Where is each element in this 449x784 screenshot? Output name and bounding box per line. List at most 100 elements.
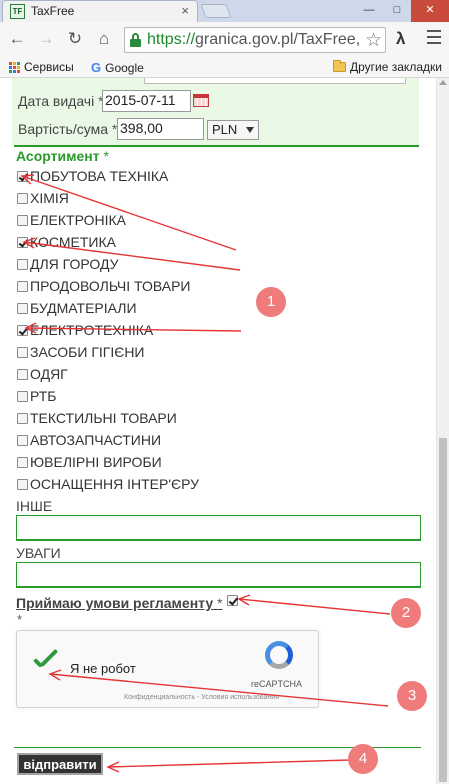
assortment-checkbox-label: ОДЯГ xyxy=(30,366,68,382)
home-icon[interactable]: ⌂ xyxy=(94,29,114,49)
assortment-checkbox-item[interactable]: ЮВЕЛІРНІ ВИРОБИ xyxy=(17,454,257,476)
forward-arrow-icon[interactable]: → xyxy=(36,29,56,49)
recaptcha-checkmark-icon[interactable] xyxy=(31,648,59,674)
terms-checkbox[interactable] xyxy=(227,595,238,606)
assortment-checkbox[interactable] xyxy=(17,215,28,226)
terms-label: Приймаю умови регламенту * xyxy=(16,595,223,611)
assortment-checkbox[interactable] xyxy=(17,369,28,380)
assortment-checkbox-label: ЕЛЕКТРОТЕХНІКА xyxy=(30,322,154,338)
recaptcha-links[interactable]: Конфиденциальность - Условия использован… xyxy=(124,694,279,701)
currency-value: PLN xyxy=(212,122,238,137)
notes-input[interactable] xyxy=(16,562,421,588)
assortment-checkbox[interactable] xyxy=(17,303,28,314)
bookmark-apps[interactable]: Сервисы xyxy=(9,60,74,74)
assortment-checkbox-item[interactable]: ОСНАЩЕННЯ ІНТЕР'ЄРУ xyxy=(17,476,257,498)
assortment-checkbox-item[interactable]: ХІМІЯ xyxy=(17,190,257,212)
google-icon: G xyxy=(91,60,102,75)
assortment-checkbox[interactable] xyxy=(17,281,28,292)
assortment-checkbox-item[interactable]: ЗАСОБИ ГІГІЄНИ xyxy=(17,344,257,366)
other-input[interactable] xyxy=(16,515,421,541)
assortment-checkbox-item[interactable]: ПОБУТОВА ТЕХНІКА xyxy=(17,168,257,190)
recaptcha-label: Я не робот xyxy=(70,661,136,676)
chrome-menu-icon[interactable] xyxy=(427,30,441,48)
assortment-checkbox[interactable] xyxy=(17,237,28,248)
cut-off-field xyxy=(144,78,406,84)
assortment-checkbox-label: ЕЛЕКТРОНІКА xyxy=(30,212,126,228)
recaptcha-widget: Я не робот reCAPTCHA Конфиденциальность … xyxy=(16,630,319,708)
assortment-checkbox[interactable] xyxy=(17,347,28,358)
assortment-checkbox-item[interactable]: ПРОДОВОЛЬЧІ ТОВАРИ xyxy=(17,278,257,300)
tab-close-icon[interactable]: × xyxy=(181,3,189,18)
callout-4: 4 xyxy=(348,744,378,774)
arrowhead-4 xyxy=(106,761,120,773)
section-divider xyxy=(14,145,419,147)
assortment-checkbox[interactable] xyxy=(17,325,28,336)
assortment-checkbox[interactable] xyxy=(17,457,28,468)
assortment-checkbox-item[interactable]: ТЕКСТИЛЬНІ ТОВАРИ xyxy=(17,410,257,432)
bookmark-apps-label: Сервисы xyxy=(24,60,74,74)
bookmark-google[interactable]: G Google xyxy=(91,60,144,75)
assortment-checkbox[interactable] xyxy=(17,193,28,204)
page-content: Дата видачі * 2015-07-11 Вартість/сума *… xyxy=(0,78,449,784)
assortment-checkbox-label: ХІМІЯ xyxy=(30,190,69,206)
assortment-checkbox-label: ТЕКСТИЛЬНІ ТОВАРИ xyxy=(30,410,177,426)
captcha-required-mark: * xyxy=(17,612,23,627)
back-arrow-icon[interactable]: ← xyxy=(7,29,27,49)
assortment-checkbox-item[interactable]: ОДЯГ xyxy=(17,366,257,388)
browser-tab[interactable]: TF TaxFree × xyxy=(2,0,198,22)
issue-date-input[interactable]: 2015-07-11 xyxy=(102,90,191,112)
assortment-checkbox-item[interactable]: ЕЛЕКТРОНІКА xyxy=(17,212,257,234)
assortment-checkbox[interactable] xyxy=(17,479,28,490)
assortment-checkbox-item[interactable]: РТБ xyxy=(17,388,257,410)
extension-lambda-icon[interactable]: λ xyxy=(396,29,405,49)
currency-select[interactable]: PLN xyxy=(207,120,259,140)
reload-icon[interactable]: ↻ xyxy=(65,29,85,49)
assortment-checkbox-item[interactable]: БУДМАТЕРІАЛИ xyxy=(17,300,257,322)
new-tab-button[interactable] xyxy=(200,4,232,18)
assortment-checkbox-label: ПРОДОВОЛЬЧІ ТОВАРИ xyxy=(30,278,191,294)
bookmark-other-label: Другие закладки xyxy=(350,60,442,74)
submit-button[interactable]: відправити xyxy=(17,753,103,775)
assortment-checkbox[interactable] xyxy=(17,171,28,182)
minimize-icon[interactable]: — xyxy=(355,0,383,22)
arrowhead-2 xyxy=(237,594,251,606)
assortment-checkbox[interactable] xyxy=(17,259,28,270)
assortment-checkbox-label: ДЛЯ ГОРОДУ xyxy=(30,256,119,272)
assortment-checkbox[interactable] xyxy=(17,413,28,424)
notes-label: УВАГИ xyxy=(16,545,61,561)
amount-label: Вартість/сума * xyxy=(18,121,118,137)
browser-toolbar: ← → ↻ ⌂ https://granica.gov.pl/TaxFree, … xyxy=(0,22,449,58)
assortment-checkbox[interactable] xyxy=(17,435,28,446)
address-bar[interactable]: https://granica.gov.pl/TaxFree, ☆ xyxy=(124,27,386,53)
page-scrollbar[interactable] xyxy=(436,78,449,784)
bookmark-star-icon[interactable]: ☆ xyxy=(362,29,382,52)
assortment-checkbox-label: АВТОЗАПЧАСТИНИ xyxy=(30,432,162,448)
site-favicon-icon: TF xyxy=(10,4,25,19)
assortment-checkbox[interactable] xyxy=(17,391,28,402)
assortment-checkbox-item[interactable]: АВТОЗАПЧАСТИНИ xyxy=(17,432,257,454)
assortment-checkbox-item[interactable]: ЕЛЕКТРОТЕХНІКА xyxy=(17,322,257,344)
calendar-icon[interactable] xyxy=(193,94,209,107)
assortment-checkbox-label: БУДМАТЕРІАЛИ xyxy=(30,300,137,316)
assortment-checkbox-item[interactable]: КОСМЕТИКА xyxy=(17,234,257,256)
assortment-checkbox-label: ПОБУТОВА ТЕХНІКА xyxy=(30,168,169,184)
scrollbar-thumb[interactable] xyxy=(439,438,447,782)
address-url: https://granica.gov.pl/TaxFree, xyxy=(147,31,361,48)
assortment-checkbox-item[interactable]: ДЛЯ ГОРОДУ xyxy=(17,256,257,278)
assortment-checkbox-label: КОСМЕТИКА xyxy=(30,234,116,250)
bookmark-google-label: Google xyxy=(105,60,144,75)
recaptcha-brand: reCAPTCHA xyxy=(251,679,303,689)
window-close-icon[interactable]: ✕ xyxy=(411,0,449,22)
assortment-checkbox-label: РТБ xyxy=(30,388,57,404)
amount-input[interactable]: 398,00 xyxy=(117,118,204,140)
tab-title: TaxFree xyxy=(31,4,75,18)
arrow-line-2 xyxy=(238,598,391,615)
assortment-title: Асортимент * xyxy=(16,148,109,164)
maximize-icon[interactable]: □ xyxy=(383,0,411,22)
apps-grid-icon xyxy=(9,61,20,73)
assortment-checkbox-label: ЮВЕЛІРНІ ВИРОБИ xyxy=(30,454,162,470)
scroll-up-arrow-icon[interactable] xyxy=(439,80,447,85)
bookmark-other-folder[interactable]: Другие закладки xyxy=(333,60,442,74)
arrow-line-4 xyxy=(107,759,351,768)
dropdown-arrow-icon xyxy=(246,127,254,133)
